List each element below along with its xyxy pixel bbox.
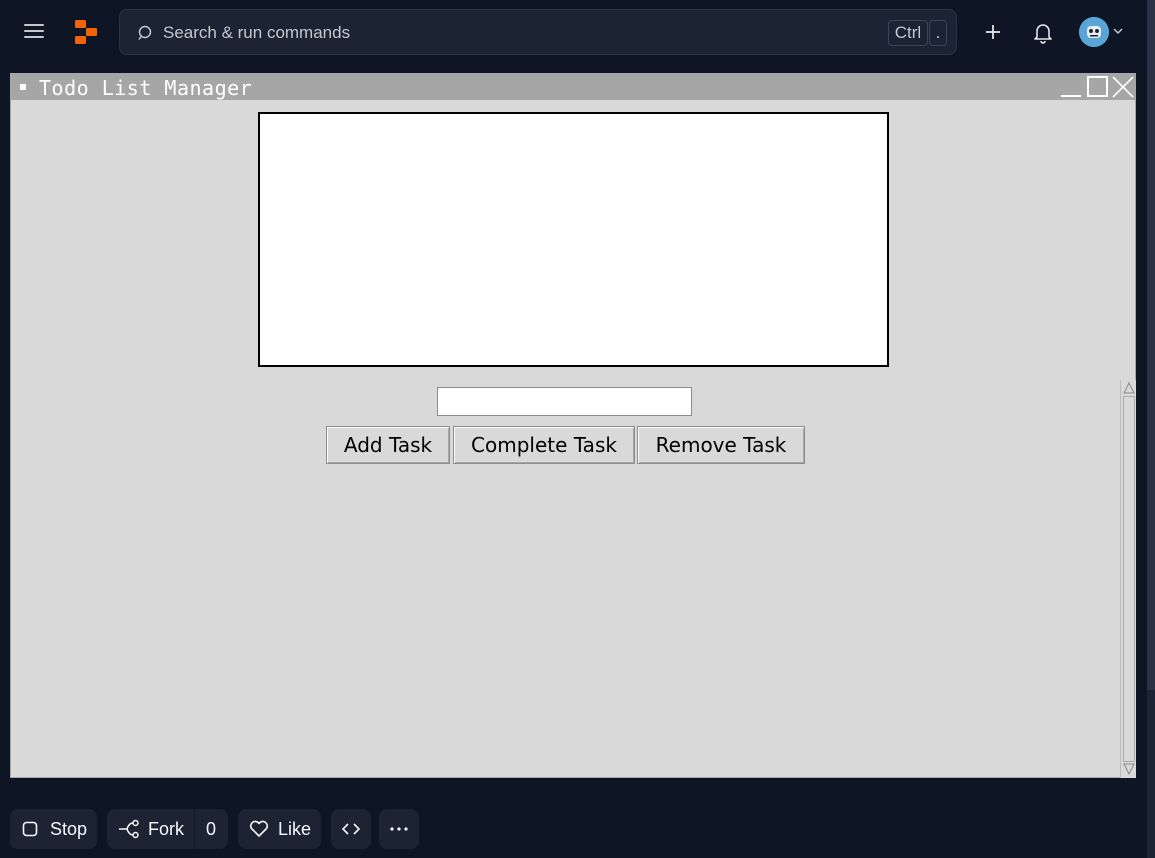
window-menu-icon[interactable]: [20, 84, 26, 90]
heart-icon: [249, 820, 269, 837]
top-bar: Search & run commands Ctrl .: [0, 0, 1147, 62]
scroll-up-arrow-icon[interactable]: [1122, 381, 1136, 395]
task-listbox[interactable]: [258, 112, 889, 367]
add-task-button[interactable]: Add Task: [326, 426, 450, 464]
page-scrollbar[interactable]: [1147, 0, 1155, 858]
complete-task-button[interactable]: Complete Task: [453, 426, 635, 464]
window-scrollbar[interactable]: [1120, 380, 1136, 778]
stop-button[interactable]: Stop: [10, 809, 97, 849]
close-icon[interactable]: [1111, 75, 1135, 99]
more-icon: [390, 827, 408, 831]
app-window: Todo List Manager Add Task Complete Task…: [10, 73, 1136, 778]
minimize-icon[interactable]: [1059, 75, 1083, 99]
fork-icon: [119, 819, 139, 839]
window-title: Todo List Manager: [39, 76, 253, 100]
scroll-down-arrow-icon[interactable]: [1122, 762, 1136, 776]
scrollbar-trough[interactable]: [1123, 396, 1135, 762]
code-button[interactable]: [331, 809, 371, 849]
shortcut-key-ctrl: Ctrl: [888, 20, 928, 46]
fork-count: 0: [206, 819, 217, 839]
fork-button[interactable]: Fork 0: [107, 809, 228, 849]
chevron-down-icon[interactable]: [1112, 26, 1124, 36]
search-icon: [138, 25, 152, 40]
user-avatar[interactable]: [1079, 17, 1109, 47]
task-entry-field[interactable]: [437, 387, 692, 416]
search-placeholder: Search & run commands: [163, 23, 351, 42]
command-search-bar[interactable]: Search & run commands Ctrl .: [119, 9, 957, 55]
like-button[interactable]: Like: [238, 809, 321, 849]
shortcut-key-period: .: [929, 20, 947, 46]
stop-icon: [22, 821, 38, 837]
more-options-button[interactable]: [379, 809, 419, 849]
window-titlebar[interactable]: Todo List Manager: [11, 74, 1135, 100]
divider: [194, 809, 195, 849]
page-scrollbar-thumb[interactable]: [1147, 0, 1155, 690]
menu-icon[interactable]: [24, 24, 44, 40]
replit-logo-icon[interactable]: [75, 20, 97, 44]
plus-icon[interactable]: [979, 18, 1007, 46]
bell-icon[interactable]: [1029, 18, 1057, 46]
like-label: Like: [278, 819, 312, 839]
remove-task-button[interactable]: Remove Task: [637, 426, 805, 464]
stop-label: Stop: [50, 819, 88, 839]
code-icon: [341, 823, 361, 835]
maximize-icon[interactable]: [1086, 75, 1110, 99]
fork-label: Fork: [148, 819, 184, 839]
